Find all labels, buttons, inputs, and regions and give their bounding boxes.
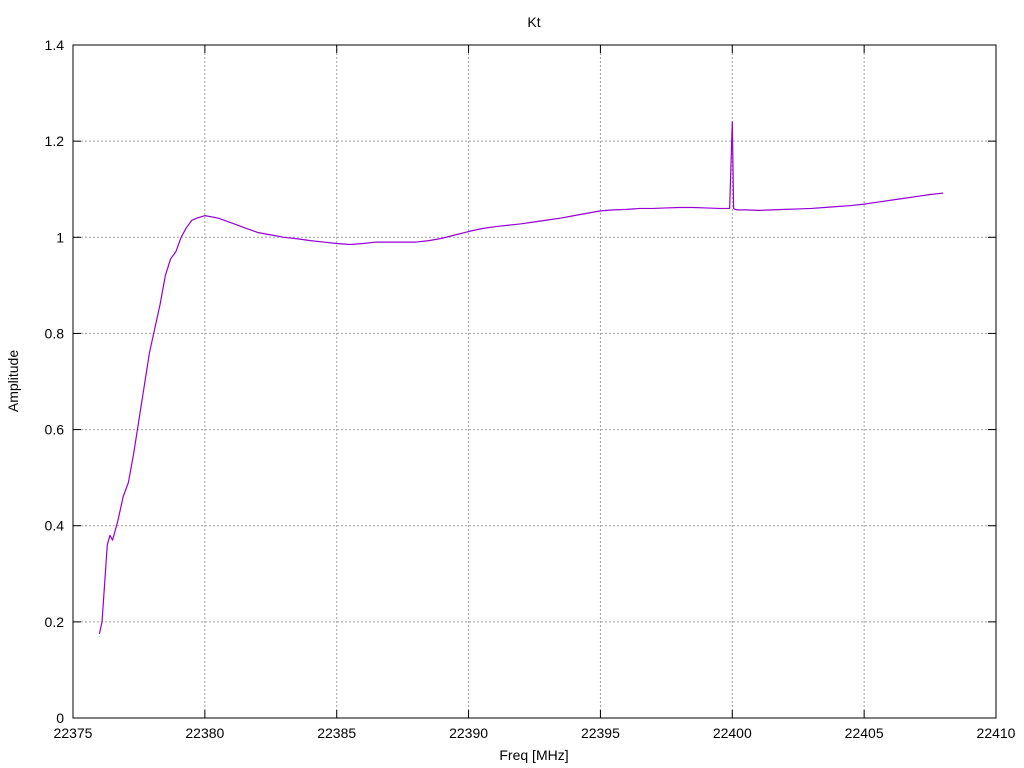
y-tick-label: 1 xyxy=(56,229,64,245)
chart-root: Kt 22375 22380 22385 22390 22395 22400 22405 22… xyxy=(0,0,1024,768)
x-tick-label: 22380 xyxy=(185,725,224,741)
y-tick-label: 0.8 xyxy=(45,325,65,341)
x-tick-label: 22390 xyxy=(449,725,488,741)
y-tick-label: 0 xyxy=(56,710,64,726)
x-tick-label: 22375 xyxy=(54,725,93,741)
y-tick-label: 1.4 xyxy=(45,37,65,53)
x-tick-label: 22400 xyxy=(713,725,752,741)
x-axis-label: Freq [MHz] xyxy=(499,747,568,763)
y-tick-label: 0.2 xyxy=(45,614,65,630)
chart-svg: Kt 22375 22380 22385 22390 22395 22400 22405 22… xyxy=(0,0,1024,768)
y-tick-label: 1.2 xyxy=(45,133,65,149)
chart-background xyxy=(0,0,1024,768)
x-tick-label: 22410 xyxy=(977,725,1016,741)
y-axis-label: Amplitude xyxy=(5,350,21,412)
y-tick-label: 0.6 xyxy=(45,422,65,438)
chart-title: Kt xyxy=(527,14,540,30)
x-tick-label: 22385 xyxy=(317,725,356,741)
x-tick-label: 22405 xyxy=(845,725,884,741)
x-tick-label: 22395 xyxy=(581,725,620,741)
y-tick-label: 0.4 xyxy=(45,518,65,534)
